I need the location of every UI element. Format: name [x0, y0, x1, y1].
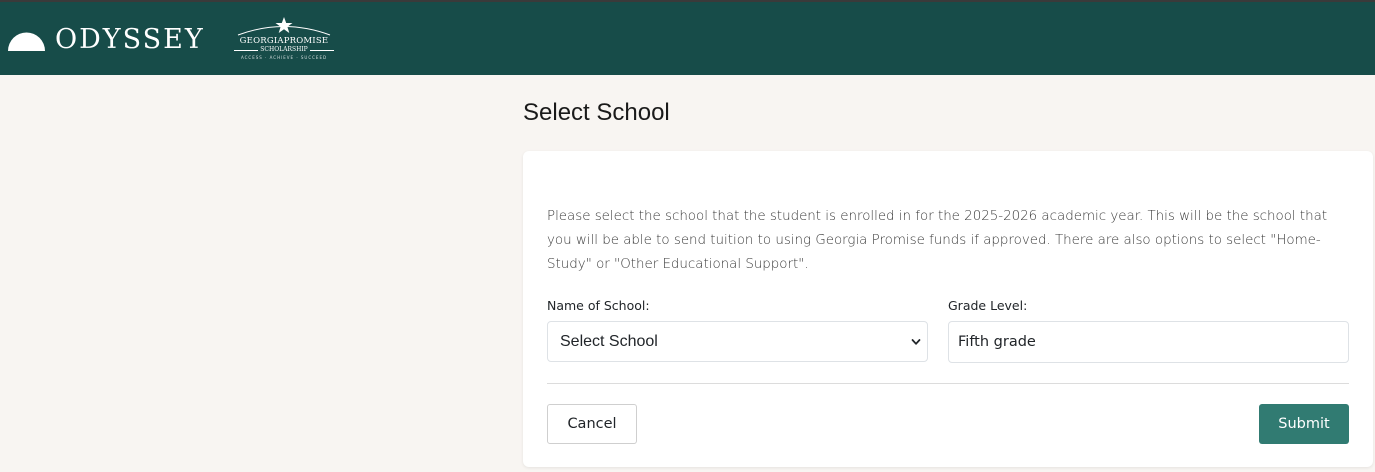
- brand-name: ODYSSEY: [55, 24, 205, 55]
- dome-icon: [8, 32, 45, 51]
- school-select[interactable]: Select School: [547, 321, 928, 362]
- school-label: Name of School:: [547, 298, 650, 313]
- partner-tagline: ACCESS · ACHIEVE · SUCCEED: [240, 55, 328, 60]
- logo-rule: [310, 50, 334, 51]
- grade-level-field[interactable]: Fifth grade: [948, 321, 1349, 363]
- georgia-promise-logo: GEORGIAPROMISE SCHOLARSHIP ACCESS · ACHI…: [232, 16, 336, 62]
- select-school-card: Please select the school that the studen…: [523, 151, 1373, 467]
- partner-title: GEORGIAPROMISE: [239, 36, 329, 46]
- divider: [547, 383, 1349, 384]
- cancel-button[interactable]: Cancel: [547, 404, 637, 444]
- chevron-down-icon: [911, 339, 921, 345]
- submit-button[interactable]: Submit: [1259, 404, 1349, 444]
- school-select-value: Select School: [560, 332, 658, 350]
- intro-text: Please select the school that the studen…: [547, 209, 1328, 272]
- grade-level-value: Fifth grade: [958, 334, 1036, 350]
- app-header: ODYSSEY GEORGIAPROMISE SCHOLARSHIP ACCES…: [0, 2, 1375, 75]
- grade-label: Grade Level:: [948, 298, 1028, 313]
- page-title: Select School: [523, 99, 670, 126]
- star-icon: [237, 17, 331, 36]
- odyssey-logo[interactable]: ODYSSEY: [8, 22, 205, 58]
